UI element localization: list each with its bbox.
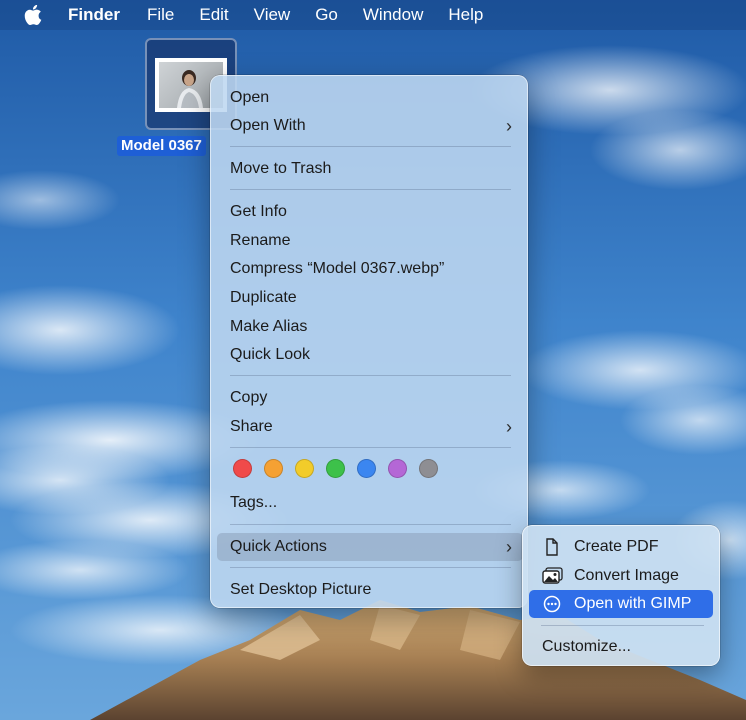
menu-item-tags[interactable]: Tags... <box>217 489 523 517</box>
menu-item-label: Get Info <box>230 203 287 220</box>
menu-item-get-info[interactable]: Get Info <box>217 198 523 226</box>
document-icon <box>542 538 562 556</box>
menu-item-label: Tags... <box>230 494 278 511</box>
menu-finder[interactable]: Finder <box>68 0 120 30</box>
submenu-item-label: Convert Image <box>574 567 679 584</box>
menu-item-label: Open <box>230 89 270 106</box>
menu-item-label: Compress “Model 0367.webp” <box>230 260 445 277</box>
menu-item-label: Move to Trash <box>230 160 332 177</box>
menu-item-label: Duplicate <box>230 289 297 306</box>
menu-item-label: Quick Actions <box>230 538 327 555</box>
submenu-item-customize[interactable]: Customize... <box>529 633 713 661</box>
menu-edit[interactable]: Edit <box>199 0 228 30</box>
chevron-right-icon: › <box>506 417 512 437</box>
menu-separator <box>230 524 511 525</box>
submenu-item-open-with-gimp[interactable]: Open with GIMP <box>529 590 713 618</box>
menu-view[interactable]: View <box>254 0 291 30</box>
menu-item-share[interactable]: Share › <box>217 413 523 441</box>
menu-separator <box>230 146 511 147</box>
tag-yellow[interactable] <box>295 459 314 478</box>
menu-separator <box>230 375 511 376</box>
more-ellipsis-circle-icon <box>542 595 562 613</box>
submenu-item-label: Customize... <box>542 638 631 655</box>
menu-bar: Finder File Edit View Go Window Help <box>0 0 746 30</box>
tag-color-picker <box>233 459 438 478</box>
menu-item-quick-actions[interactable]: Quick Actions › <box>217 533 523 561</box>
context-menu: Open Open With › Move to Trash Get Info R… <box>210 75 528 608</box>
tag-red[interactable] <box>233 459 252 478</box>
menu-help[interactable]: Help <box>448 0 483 30</box>
menu-item-duplicate[interactable]: Duplicate <box>217 284 523 312</box>
menu-item-label: Copy <box>230 389 268 406</box>
menu-go[interactable]: Go <box>315 0 338 30</box>
menu-file[interactable]: File <box>147 0 174 30</box>
menu-item-open[interactable]: Open <box>217 84 523 112</box>
menu-item-label: Quick Look <box>230 346 311 363</box>
menu-item-label: Share <box>230 418 273 435</box>
tag-purple[interactable] <box>388 459 407 478</box>
file-name-label[interactable]: Model 0367 <box>117 136 206 156</box>
chevron-right-icon: › <box>506 116 512 136</box>
menu-separator <box>230 567 511 568</box>
menu-item-label: Rename <box>230 232 291 249</box>
menu-window[interactable]: Window <box>363 0 423 30</box>
submenu-item-create-pdf[interactable]: Create PDF <box>529 533 713 561</box>
menu-item-quick-look[interactable]: Quick Look <box>217 341 523 369</box>
tag-orange[interactable] <box>264 459 283 478</box>
menu-item-label: Set Desktop Picture <box>230 581 372 598</box>
menu-item-label: Open With <box>230 117 306 134</box>
menu-separator <box>230 189 511 190</box>
submenu-item-convert-image[interactable]: Convert Image <box>529 562 713 590</box>
chevron-right-icon: › <box>506 537 512 557</box>
menu-separator <box>230 447 511 448</box>
photo-icon <box>542 567 563 585</box>
tag-green[interactable] <box>326 459 345 478</box>
submenu-item-label: Create PDF <box>574 538 659 555</box>
menu-item-open-with[interactable]: Open With › <box>217 112 523 140</box>
menu-item-copy[interactable]: Copy <box>217 384 523 412</box>
apple-menu-icon[interactable] <box>24 5 44 25</box>
menu-item-rename[interactable]: Rename <box>217 227 523 255</box>
quick-actions-submenu: Create PDF Convert Image Open with GIMP … <box>522 525 720 666</box>
menu-item-set-desktop-picture[interactable]: Set Desktop Picture <box>217 576 523 604</box>
menu-item-make-alias[interactable]: Make Alias <box>217 313 523 341</box>
submenu-item-label: Open with GIMP <box>574 595 692 612</box>
tag-gray[interactable] <box>419 459 438 478</box>
submenu-separator <box>541 625 704 626</box>
menu-item-label: Make Alias <box>230 318 308 335</box>
tag-blue[interactable] <box>357 459 376 478</box>
menu-item-compress[interactable]: Compress “Model 0367.webp” <box>217 255 523 283</box>
menu-item-move-to-trash[interactable]: Move to Trash <box>217 155 523 183</box>
